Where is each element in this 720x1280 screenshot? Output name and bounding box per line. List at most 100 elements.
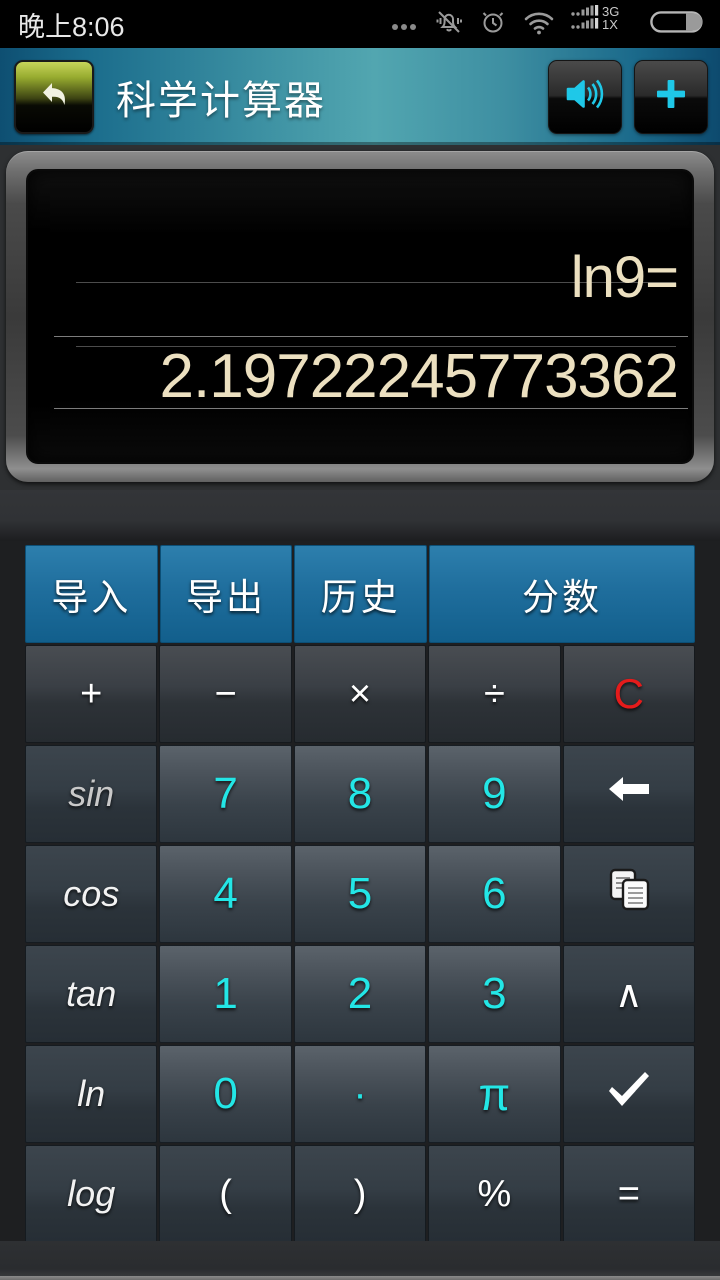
power-button[interactable]: ∧ [562, 945, 696, 1043]
backspace-button[interactable] [562, 745, 696, 843]
subtract-button[interactable]: − [159, 645, 292, 743]
add-button[interactable]: + [25, 645, 158, 743]
page-title: 科学计算器 [116, 78, 326, 123]
digit-9-button[interactable]: 9 [428, 745, 561, 843]
battery-icon [650, 8, 706, 41]
display-rule-line [54, 335, 688, 337]
export-button[interactable]: 导出 [159, 545, 293, 643]
cos-button[interactable]: cos [25, 845, 158, 943]
status-bar: 晚上8:06 3G 1X [0, 0, 720, 48]
digit-1-button[interactable]: 1 [159, 945, 292, 1043]
back-arrow-icon [32, 72, 76, 121]
multiply-button-label: × [348, 672, 372, 715]
back-button[interactable] [14, 59, 94, 134]
keypad-row: tan 1 2 3 ∧ [25, 945, 696, 1043]
fraction-button-label: 分数 [522, 577, 602, 618]
signal-bars-icon: 3G 1X [570, 4, 636, 44]
alarm-clock-icon [478, 7, 508, 42]
calculator-display-frame: ln9= 2.19722245773362 [0, 145, 720, 490]
digit-6-button[interactable]: 6 [428, 845, 561, 943]
clear-button-label: C [613, 670, 644, 717]
keypad-row: cos 4 5 6 [25, 845, 696, 943]
digit-0-button-label: 0 [213, 1069, 238, 1118]
pi-button-label: π [478, 1068, 511, 1120]
import-button-label: 导入 [51, 577, 132, 618]
copy-icon [603, 863, 655, 925]
digit-4-button[interactable]: 4 [159, 845, 292, 943]
status-icon-tray: 3G 1X [390, 4, 706, 44]
status-time: 晚上8:06 [18, 11, 125, 42]
keypad-row: sin 7 8 9 [25, 745, 696, 843]
keypad: 导入 导出 历史 分数 + − × ÷ Csin 7 8 9 cos 4 5 6 tan 1 2 3 ∧ ln 0 · π log… [0, 541, 720, 1243]
sin-button[interactable]: sin [25, 745, 158, 843]
right-paren-button[interactable]: ) [293, 1145, 427, 1243]
check-icon [602, 1065, 656, 1123]
power-button-label: ∧ [614, 973, 643, 1016]
backspace-arrow-icon [601, 767, 657, 821]
cos-button-label: cos [63, 873, 120, 914]
clear-button[interactable]: C [562, 645, 696, 743]
fraction-button[interactable]: 分数 [429, 545, 695, 643]
display-screen[interactable]: ln9= 2.19722245773362 [26, 169, 694, 464]
divide-button[interactable]: ÷ [428, 645, 561, 743]
digit-8-button[interactable]: 8 [293, 745, 427, 843]
display-result: 2.19722245773362 [159, 342, 679, 412]
digit-9-button-label: 9 [482, 769, 507, 818]
digit-3-button-label: 3 [482, 969, 507, 1018]
digit-4-button-label: 4 [213, 869, 238, 918]
keypad-row: + − × ÷ C [25, 645, 696, 743]
digit-1-button-label: 1 [213, 969, 238, 1018]
wifi-icon [522, 8, 556, 41]
log-button[interactable]: log [25, 1145, 158, 1243]
tan-button[interactable]: tan [25, 945, 158, 1043]
digit-5-button[interactable]: 5 [293, 845, 427, 943]
ln-button-label: ln [77, 1073, 106, 1114]
more-dots-icon [390, 10, 420, 39]
tan-button-label: tan [66, 973, 117, 1014]
history-button[interactable]: 历史 [294, 545, 428, 643]
digit-3-button[interactable]: 3 [428, 945, 561, 1043]
display-bezel: ln9= 2.19722245773362 [6, 151, 714, 482]
digit-7-button-label: 7 [213, 769, 238, 818]
log-button-label: log [67, 1173, 116, 1214]
display-keypad-divider [0, 490, 720, 541]
multiply-button[interactable]: × [293, 645, 427, 743]
mute-bell-icon [434, 7, 464, 42]
right-paren-button-label: ) [353, 1172, 367, 1215]
pi-button[interactable]: π [428, 1045, 561, 1143]
digit-0-button[interactable]: 0 [159, 1045, 292, 1143]
digit-2-button[interactable]: 2 [293, 945, 427, 1043]
sound-button[interactable] [548, 59, 622, 134]
equals-button-label: = [617, 1172, 640, 1215]
sqrt-check-button[interactable] [562, 1045, 696, 1143]
digit-8-button-label: 8 [347, 769, 373, 818]
import-button[interactable]: 导入 [25, 545, 158, 643]
export-button-label: 导出 [186, 577, 266, 618]
title-bar-actions [548, 59, 708, 134]
keypad-row: log ()% = [25, 1145, 696, 1243]
title-bar: 科学计算器 [0, 48, 720, 145]
equals-button[interactable]: = [562, 1145, 696, 1243]
digit-2-button-label: 2 [347, 969, 373, 1018]
plus-icon [649, 72, 693, 121]
left-paren-button[interactable]: ( [159, 1145, 292, 1243]
digit-6-button-label: 6 [482, 869, 507, 918]
digit-5-button-label: 5 [347, 869, 373, 918]
ln-button[interactable]: ln [25, 1045, 158, 1143]
keypad-row: ln 0 · π [25, 1045, 696, 1143]
speaker-icon [561, 72, 609, 121]
percent-button-label: % [477, 1172, 512, 1215]
copy-button[interactable] [562, 845, 696, 943]
keypad-row: 导入 导出 历史 分数 [25, 545, 695, 643]
network-type-bottom: 1X [602, 17, 618, 32]
bottom-bar [0, 1241, 720, 1280]
percent-button[interactable]: % [428, 1145, 561, 1243]
divide-button-label: ÷ [483, 672, 505, 715]
digit-7-button[interactable]: 7 [159, 745, 292, 843]
display-expression: ln9= [570, 244, 679, 310]
add-button-label: + [80, 672, 103, 715]
add-button[interactable] [634, 59, 708, 134]
decimal-point-button[interactable]: · [293, 1045, 427, 1143]
sin-button-label: sin [68, 773, 115, 814]
decimal-point-button-label: · [353, 1071, 367, 1116]
